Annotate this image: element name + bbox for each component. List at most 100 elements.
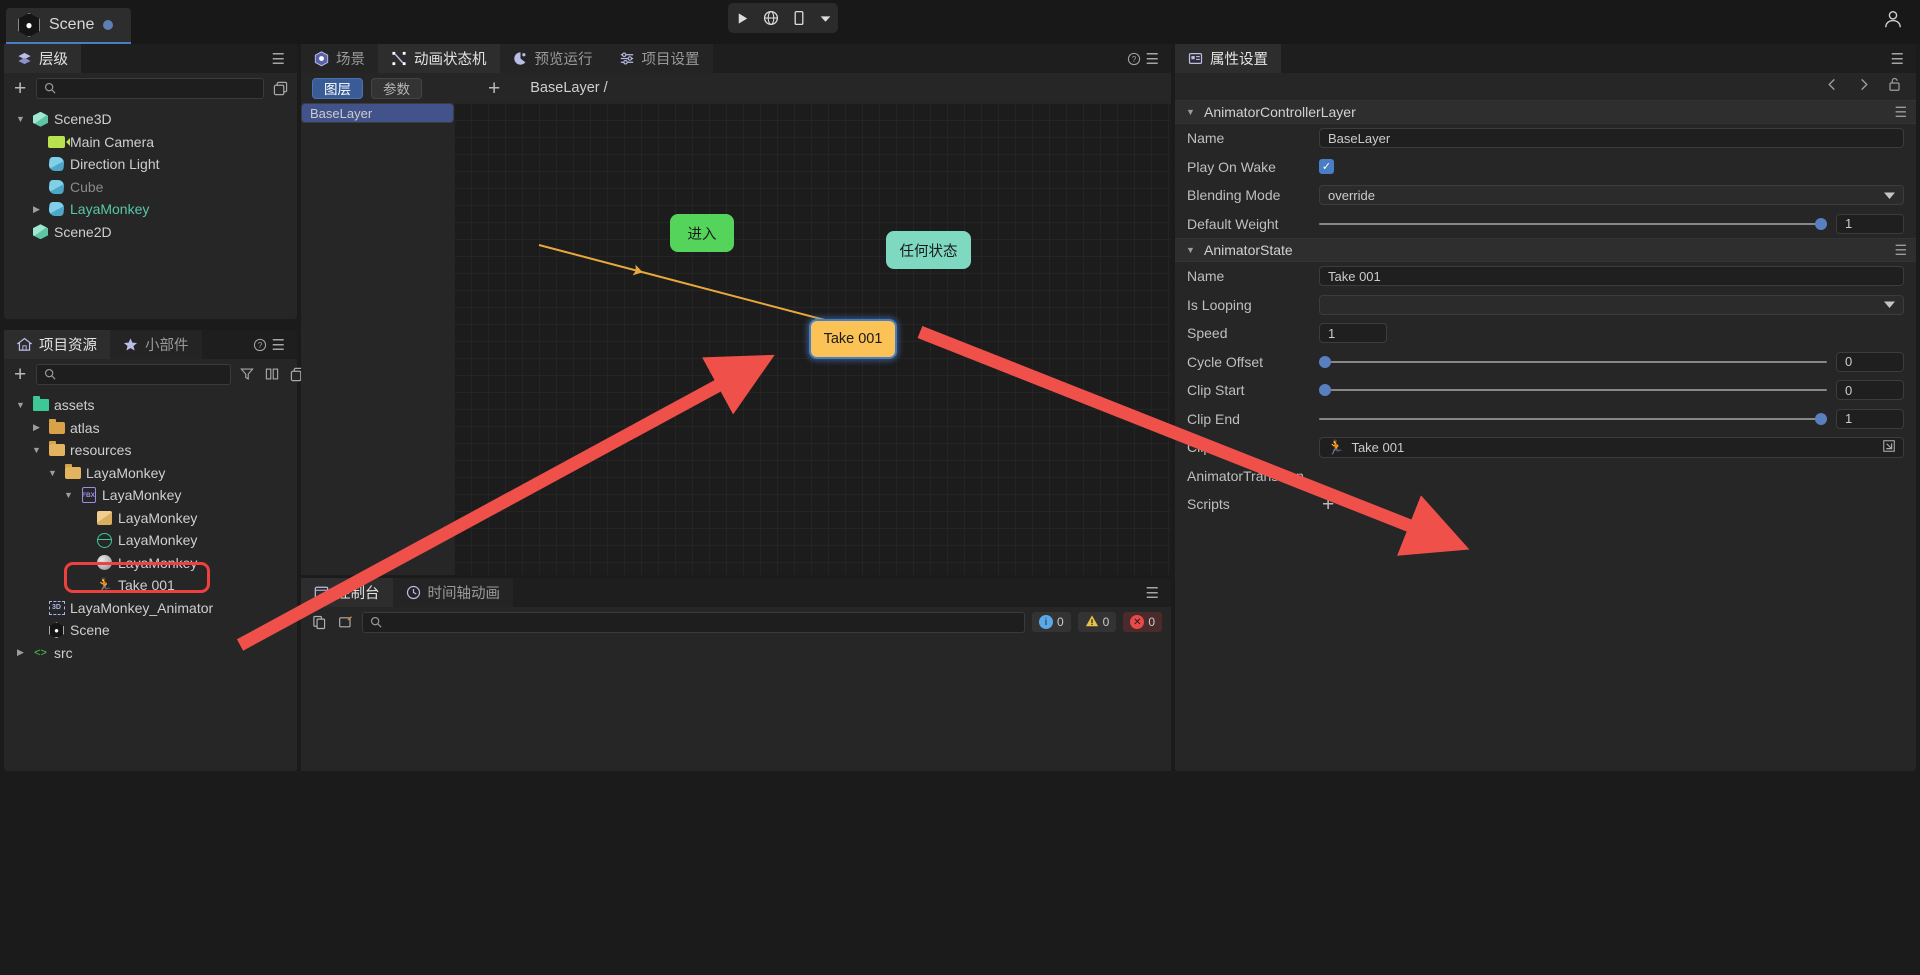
user-account-icon[interactable]	[1882, 8, 1904, 35]
slider-knob[interactable]	[1815, 413, 1827, 425]
unlock-icon[interactable]	[1887, 76, 1902, 97]
property-section-header[interactable]: AnimatorState☰	[1175, 238, 1916, 262]
add-node-button[interactable]: +	[11, 78, 29, 99]
project-filter-icon[interactable]	[238, 367, 256, 381]
graph-node-enter[interactable]: 进入	[670, 214, 734, 252]
tree-expander-open-icon[interactable]	[62, 490, 75, 500]
slider-value-input[interactable]: 1	[1836, 214, 1904, 234]
tree-expander-closed-icon[interactable]	[30, 204, 43, 215]
tab-小部件[interactable]: 小部件	[110, 330, 202, 359]
tree-expander-closed-icon[interactable]	[14, 647, 27, 658]
hierarchy-item[interactable]: Scene2D	[4, 221, 297, 244]
copy-icon[interactable]	[310, 615, 329, 630]
dropdown[interactable]	[1319, 295, 1904, 315]
error-count-badge[interactable]: ✕ 0	[1123, 612, 1162, 632]
number-input[interactable]: 1	[1319, 323, 1387, 343]
project-columns-icon[interactable]	[263, 367, 281, 381]
section-menu-icon[interactable]: ☰	[1894, 104, 1907, 121]
tab-场景[interactable]: 场景	[301, 44, 378, 73]
section-expander-icon[interactable]	[1184, 245, 1197, 255]
info-count-badge[interactable]: i 0	[1032, 612, 1071, 632]
project-item[interactable]: LayaMonkey	[4, 507, 297, 530]
console-search-box[interactable]	[362, 612, 1025, 633]
project-search-box[interactable]	[36, 364, 231, 385]
scene-document-tab[interactable]: ● Scene	[6, 8, 131, 44]
hierarchy-item[interactable]: Direction Light	[4, 153, 297, 176]
project-item[interactable]: FBXLayaMonkey	[4, 484, 297, 507]
clear-console-icon[interactable]	[336, 615, 355, 630]
tab-控制台[interactable]: 控制台	[301, 578, 393, 607]
tree-expander-open-icon[interactable]	[46, 468, 59, 478]
tree-expander-closed-icon[interactable]	[30, 422, 43, 433]
slider-value-input[interactable]: 0	[1836, 352, 1904, 372]
project-item[interactable]: assets	[4, 394, 297, 417]
state-graph-canvas[interactable]: 进入 任何状态 Take 001	[454, 103, 1171, 575]
chevron-down-icon[interactable]	[819, 12, 832, 25]
asset-field[interactable]: 🏃Take 001	[1319, 437, 1904, 458]
project-item[interactable]: LayaMonkey	[4, 462, 297, 485]
section-menu-icon[interactable]: ☰	[1894, 242, 1907, 259]
slider-value-input[interactable]: 1	[1836, 409, 1904, 429]
tab-时间轴动画[interactable]: 时间轴动画	[393, 578, 514, 607]
slider-knob[interactable]	[1319, 384, 1331, 396]
project-search-input[interactable]	[62, 367, 223, 381]
slider[interactable]	[1319, 382, 1827, 398]
tree-expander-open-icon[interactable]	[14, 114, 27, 124]
center-menu-icon[interactable]: ☰	[1140, 44, 1165, 73]
hierarchy-search-box[interactable]	[36, 78, 264, 99]
properties-menu-icon[interactable]: ☰	[1885, 44, 1910, 73]
slider-knob[interactable]	[1815, 218, 1827, 230]
hierarchy-filter-icon[interactable]	[271, 81, 290, 96]
hierarchy-item[interactable]: Main Camera	[4, 131, 297, 154]
params-tab-button[interactable]: 参数	[371, 78, 422, 99]
project-item[interactable]: 🏃Take 001	[4, 574, 297, 597]
tree-expander-open-icon[interactable]	[14, 400, 27, 410]
globe-icon[interactable]	[763, 10, 779, 26]
layer-item-baselayer[interactable]: BaseLayer	[301, 103, 454, 123]
hierarchy-menu-icon[interactable]: ☰	[266, 44, 291, 73]
chevron-left-icon[interactable]	[1825, 77, 1840, 97]
project-item[interactable]: LayaMonkey	[4, 552, 297, 575]
slider[interactable]	[1319, 216, 1827, 232]
console-search-input[interactable]	[388, 615, 1017, 629]
hierarchy-search-input[interactable]	[62, 81, 256, 95]
tab-properties[interactable]: 属性设置	[1175, 44, 1281, 73]
tab-项目资源[interactable]: 项目资源	[4, 330, 110, 359]
tab-预览运行[interactable]: 预览运行	[500, 44, 606, 73]
asset-picker-icon[interactable]	[1882, 439, 1896, 456]
text-input[interactable]: BaseLayer	[1319, 128, 1904, 148]
mobile-device-icon[interactable]	[792, 10, 806, 26]
play-icon[interactable]	[735, 11, 750, 26]
text-input[interactable]: Take 001	[1319, 266, 1904, 286]
project-item[interactable]: atlas	[4, 417, 297, 440]
hierarchy-item[interactable]: Scene3D	[4, 108, 297, 131]
add-layer-button[interactable]: +	[485, 78, 503, 99]
add-asset-button[interactable]: +	[11, 364, 29, 385]
project-item[interactable]: LayaMonkey	[4, 529, 297, 552]
tab-项目设置[interactable]: 项目设置	[606, 44, 713, 73]
slider[interactable]	[1319, 354, 1827, 370]
project-item[interactable]: ●Scene	[4, 619, 297, 642]
slider-knob[interactable]	[1319, 356, 1331, 368]
graph-node-any[interactable]: 任何状态	[886, 231, 971, 269]
chevron-right-icon[interactable]	[1856, 77, 1871, 97]
add-script-button[interactable]: +	[1319, 494, 1337, 515]
slider-value-input[interactable]: 0	[1836, 380, 1904, 400]
tab-hierarchy[interactable]: 层级	[4, 44, 81, 73]
section-expander-icon[interactable]	[1184, 107, 1197, 117]
checkbox[interactable]: ✓	[1319, 159, 1334, 174]
graph-node-state[interactable]: Take 001	[809, 319, 897, 359]
console-output-area[interactable]	[301, 638, 1171, 771]
layers-tab-button[interactable]: 图层	[312, 78, 363, 99]
project-item[interactable]: resources	[4, 439, 297, 462]
slider[interactable]	[1319, 411, 1827, 427]
warning-count-badge[interactable]: 0	[1078, 612, 1117, 632]
project-item[interactable]: 3DLayaMonkey_Animator	[4, 597, 297, 620]
hierarchy-item[interactable]: LayaMonkey	[4, 198, 297, 221]
project-menu-icon[interactable]: ☰	[266, 330, 291, 359]
property-section-header[interactable]: AnimatorControllerLayer☰	[1175, 100, 1916, 124]
console-menu-icon[interactable]: ☰	[1140, 578, 1165, 607]
tab-动画状态机[interactable]: 动画状态机	[378, 44, 500, 73]
project-item[interactable]: <>src	[4, 642, 297, 665]
tree-expander-open-icon[interactable]	[30, 445, 43, 455]
